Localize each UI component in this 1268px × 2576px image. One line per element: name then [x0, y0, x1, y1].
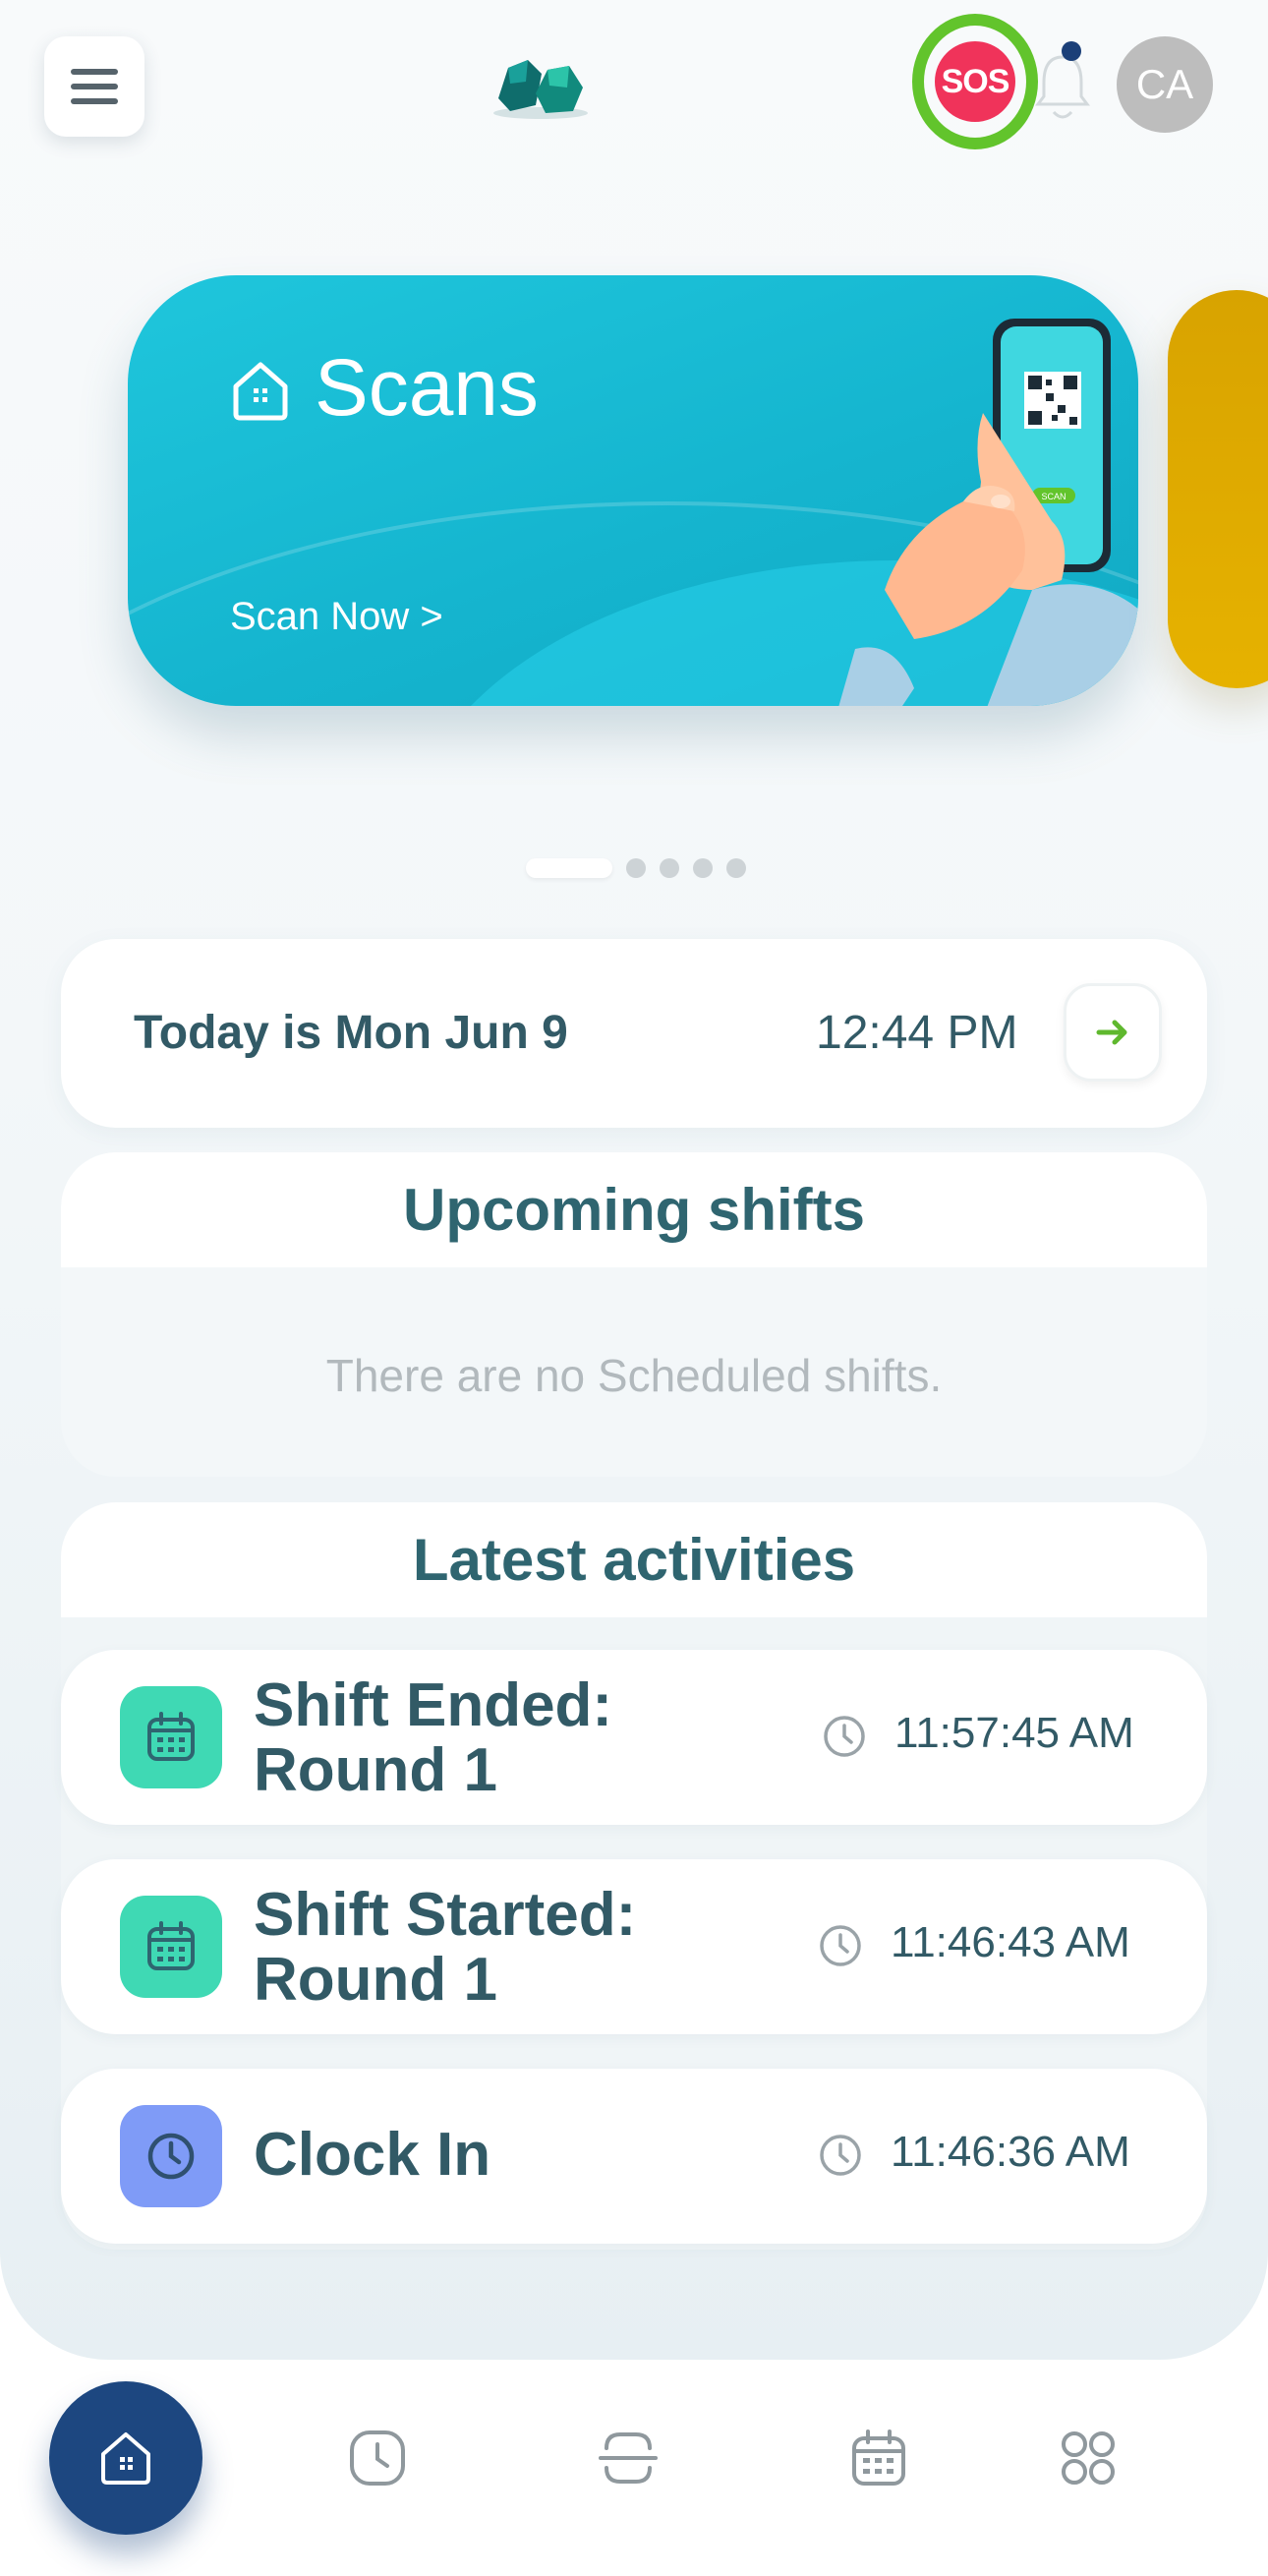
- activity-item[interactable]: Shift Ended: Round 1 11:57:45 AM: [61, 1650, 1207, 1825]
- banner-title: Scans: [315, 343, 539, 433]
- carousel-dot[interactable]: [626, 858, 646, 878]
- clock-icon: [820, 2135, 861, 2176]
- activity-time: 11:46:43 AM: [891, 1918, 1130, 1966]
- sos-button[interactable]: SOS: [935, 41, 1015, 122]
- scans-banner[interactable]: Scans Scan Now > SCAN: [128, 275, 1138, 706]
- activity-title: Clock In: [254, 2121, 491, 2189]
- arrow-right-icon: [1096, 1020, 1127, 1045]
- upcoming-shifts-card: Upcoming shifts There are no Scheduled s…: [61, 1152, 1207, 1477]
- house-icon: [233, 362, 288, 421]
- scan-now-link[interactable]: Scan Now >: [230, 595, 443, 639]
- no-shifts-message: There are no Scheduled shifts.: [325, 1350, 943, 1401]
- calendar-icon: [120, 1896, 222, 1998]
- activity-item[interactable]: Shift Started: Round 1 11:46:43 AM: [61, 1859, 1207, 2034]
- today-card[interactable]: Today is Mon Jun 9 12:44 PM: [61, 939, 1207, 1128]
- current-time: 12:44 PM: [816, 1007, 1018, 1059]
- svg-text:SCAN: SCAN: [1041, 492, 1066, 501]
- latest-activities-title: Latest activities: [412, 1527, 856, 1593]
- sos-button-ring[interactable]: SOS: [912, 14, 1038, 149]
- carousel-pagination: [526, 858, 746, 878]
- upcoming-shifts-title: Upcoming shifts: [402, 1177, 865, 1243]
- today-arrow-button[interactable]: [1064, 983, 1162, 1082]
- app-logo: [493, 60, 588, 119]
- carousel-dot[interactable]: [726, 858, 746, 878]
- activity-time: 11:57:45 AM: [894, 1709, 1134, 1757]
- phone-scan-illustration: SCAN: [838, 319, 1138, 706]
- avatar[interactable]: CA: [1117, 36, 1213, 133]
- today-date: Today is Mon Jun 9: [134, 1007, 568, 1059]
- activity-title: Shift Ended: Round 1: [254, 1671, 613, 1804]
- home-icon: [101, 2432, 150, 2485]
- menu-icon: [71, 69, 118, 75]
- menu-button[interactable]: [44, 36, 144, 137]
- clock-icon: [820, 1925, 861, 1966]
- carousel-dot[interactable]: [660, 858, 679, 878]
- clock-icon: [120, 2105, 222, 2207]
- activity-title: Shift Started: Round 1: [254, 1881, 637, 2014]
- carousel-dot[interactable]: [693, 858, 713, 878]
- activity-time: 11:46:36 AM: [891, 2128, 1130, 2176]
- calendar-icon: [120, 1686, 222, 1788]
- nav-home-button[interactable]: [49, 2381, 202, 2535]
- notification-dot: [1062, 41, 1081, 61]
- nav-scan-icon[interactable]: [597, 2427, 660, 2489]
- home-screen: SOS CA Scans Scan Now > SCAN Today is Mo…: [0, 0, 1268, 2576]
- carousel-dot-active[interactable]: [526, 858, 612, 878]
- next-banner-peek[interactable]: [1168, 290, 1268, 688]
- clock-icon: [824, 1716, 865, 1757]
- nav-calendar-icon[interactable]: [847, 2427, 910, 2489]
- latest-activities-card: Latest activities Shift Ended: Round 1 1…: [61, 1502, 1207, 2250]
- nav-clock-icon[interactable]: [346, 2427, 409, 2489]
- activity-item[interactable]: Clock In 11:46:36 AM: [61, 2069, 1207, 2244]
- nav-grid-icon[interactable]: [1057, 2427, 1120, 2489]
